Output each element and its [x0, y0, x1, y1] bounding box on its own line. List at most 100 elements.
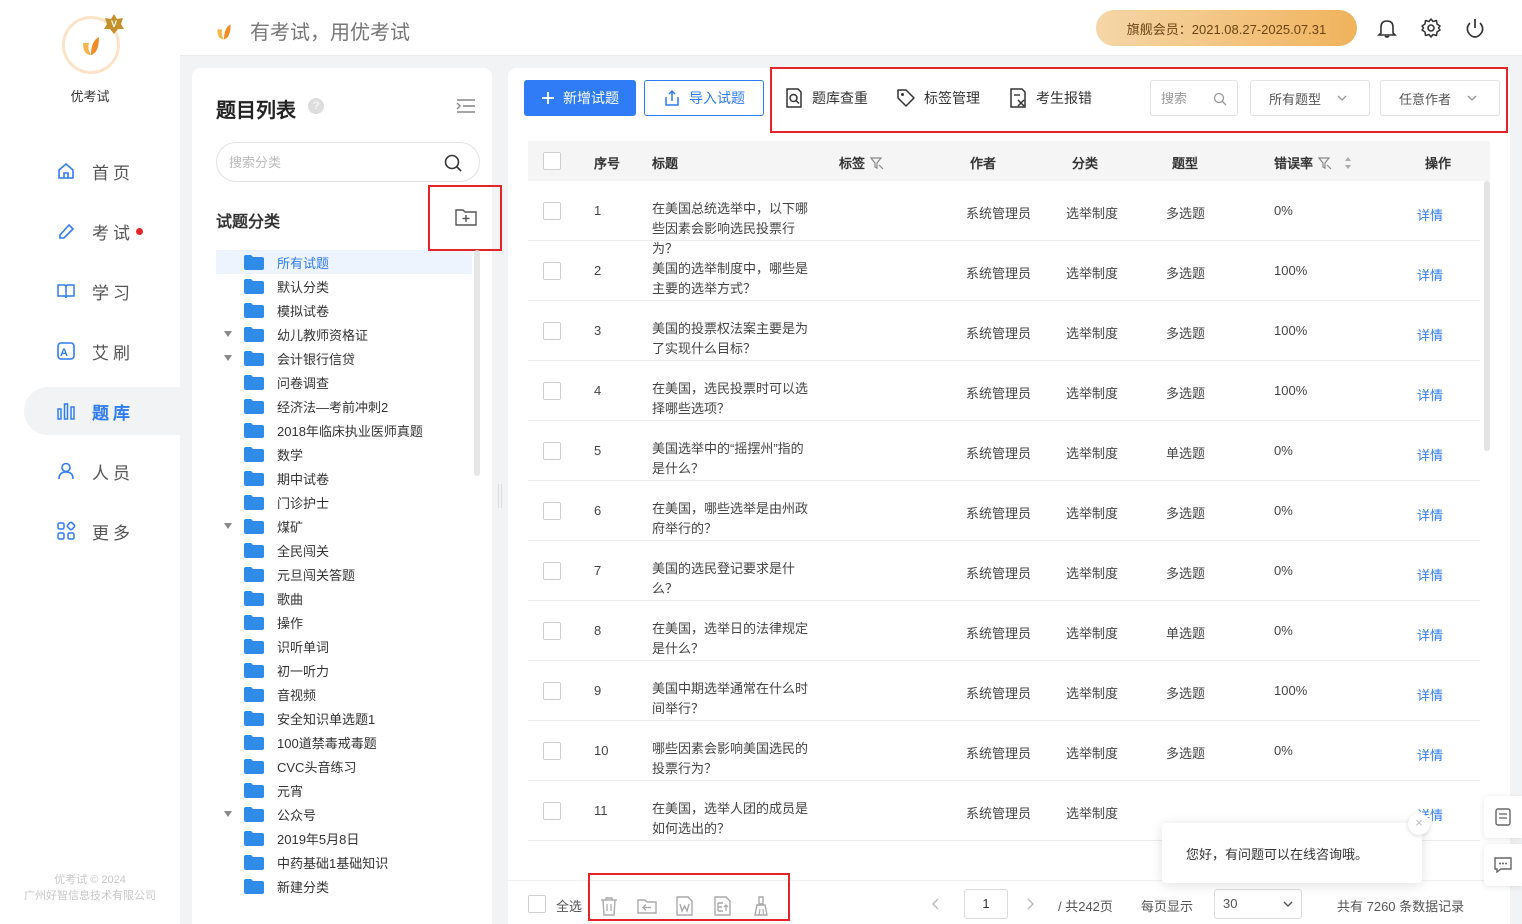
- nav-item-exam[interactable]: 考试: [24, 207, 180, 255]
- add-question-button[interactable]: 新增试题: [524, 80, 636, 116]
- row-detail-link[interactable]: 详情: [1417, 385, 1443, 404]
- table-row[interactable]: 8 在美国，选举日的法律规定是什么？ 系统管理员 选举制度 单选题 0% 详情: [528, 601, 1480, 661]
- table-row[interactable]: 10 哪些因素会影响美国选民的投票行为？ 系统管理员 选举制度 多选题 0% 详情: [528, 721, 1480, 781]
- table-row[interactable]: 2 美国的选举制度中，哪些是主要的选举方式？ 系统管理员 选举制度 多选题 100% 详情: [528, 241, 1480, 301]
- app-logo[interactable]: V: [62, 14, 124, 74]
- category-item[interactable]: 音视频: [216, 682, 472, 706]
- row-checkbox[interactable]: [543, 622, 561, 640]
- row-detail-link[interactable]: 详情: [1417, 625, 1443, 644]
- row-checkbox[interactable]: [543, 322, 561, 340]
- category-item[interactable]: 所有试题: [216, 250, 472, 274]
- side-tool-chat[interactable]: [1484, 844, 1522, 886]
- row-detail-link[interactable]: 详情: [1417, 505, 1443, 524]
- filter-icon[interactable]: [870, 156, 884, 170]
- header-checkbox[interactable]: [543, 152, 561, 170]
- side-tool-feedback[interactable]: [1484, 796, 1522, 838]
- category-item[interactable]: 全民闯关: [216, 538, 472, 562]
- panel-splitter[interactable]: [498, 484, 502, 508]
- row-detail-link[interactable]: 详情: [1417, 205, 1443, 224]
- category-item[interactable]: 问卷调查: [216, 370, 472, 394]
- select-all-checkbox[interactable]: [528, 895, 546, 913]
- row-checkbox[interactable]: [543, 202, 561, 220]
- category-item[interactable]: 煤矿: [216, 514, 472, 538]
- category-item[interactable]: 门诊护士: [216, 490, 472, 514]
- row-title[interactable]: 在美国，选民投票时可以选择哪些选项？: [652, 379, 812, 419]
- category-item[interactable]: 默认分类: [216, 274, 472, 298]
- caret-down-icon[interactable]: [224, 331, 232, 337]
- table-row[interactable]: 6 在美国，哪些选举是由州政府举行的？ 系统管理员 选举制度 多选题 0% 详情: [528, 481, 1480, 541]
- nav-item-people[interactable]: 人员: [24, 447, 180, 495]
- table-row[interactable]: 5 美国选举中的“摇摆州”指的是什么？ 系统管理员 选举制度 单选题 0% 详情: [528, 421, 1480, 481]
- category-item[interactable]: 元旦闯关答题: [216, 562, 472, 586]
- row-title[interactable]: 美国的投票权法案主要是为了实现什么目标？: [652, 319, 812, 359]
- row-checkbox[interactable]: [543, 442, 561, 460]
- category-item[interactable]: 识听单词: [216, 634, 472, 658]
- row-detail-link[interactable]: 详情: [1417, 685, 1443, 704]
- row-title[interactable]: 美国的选举制度中，哪些是主要的选举方式？: [652, 259, 812, 299]
- category-item[interactable]: 期中试卷: [216, 466, 472, 490]
- category-item[interactable]: 100道禁毒戒毒题: [216, 730, 472, 754]
- category-item[interactable]: 操作: [216, 610, 472, 634]
- row-checkbox[interactable]: [543, 382, 561, 400]
- row-title[interactable]: 在美国，选举人团的成员是如何选出的？: [652, 799, 812, 839]
- chat-bubble[interactable]: 您好，有问题可以在线咨询哦。 ×: [1162, 813, 1430, 883]
- row-checkbox[interactable]: [543, 262, 561, 280]
- row-checkbox[interactable]: [543, 742, 561, 760]
- gear-icon[interactable]: [1420, 17, 1442, 39]
- category-item[interactable]: 经济法—考前冲刺2: [216, 394, 472, 418]
- row-title[interactable]: 美国中期选举通常在什么时间举行？: [652, 679, 812, 719]
- category-item[interactable]: 2019年5月8日: [216, 826, 472, 850]
- row-title[interactable]: 美国的选民登记要求是什么？: [652, 559, 812, 599]
- row-checkbox[interactable]: [543, 802, 561, 820]
- category-item[interactable]: 中药基础1基础知识: [216, 850, 472, 874]
- table-row[interactable]: 9 美国中期选举通常在什么时间举行？ 系统管理员 选举制度 多选题 100% 详情: [528, 661, 1480, 721]
- category-item[interactable]: 模拟试卷: [216, 298, 472, 322]
- category-item[interactable]: 幼儿教师资格证: [216, 322, 472, 346]
- table-row[interactable]: 7 美国的选民登记要求是什么？ 系统管理员 选举制度 多选题 0% 详情: [528, 541, 1480, 601]
- category-item[interactable]: 歌曲: [216, 586, 472, 610]
- membership-badge[interactable]: 旗舰会员：2021.08.27-2025.07.31: [1096, 10, 1357, 46]
- bell-icon[interactable]: [1376, 17, 1398, 39]
- close-icon[interactable]: ×: [1408, 813, 1430, 835]
- category-item[interactable]: 安全知识单选题1: [216, 706, 472, 730]
- page-size-select[interactable]: 30: [1214, 889, 1302, 919]
- row-detail-link[interactable]: 详情: [1417, 745, 1443, 764]
- row-title[interactable]: 在美国，哪些选举是由州政府举行的？: [652, 499, 812, 539]
- row-checkbox[interactable]: [543, 682, 561, 700]
- row-detail-link[interactable]: 详情: [1417, 265, 1443, 284]
- table-row[interactable]: 1 在美国总统选举中，以下哪些因素会影响选民投票行为？ 系统管理员 选举制度 多选题 0%…: [528, 181, 1480, 256]
- nav-item-practice[interactable]: A 艾刷: [24, 327, 180, 375]
- import-question-button[interactable]: 导入试题: [644, 80, 764, 116]
- row-title[interactable]: 美国选举中的“摇摆州”指的是什么？: [652, 439, 812, 479]
- row-title[interactable]: 哪些因素会影响美国选民的投票行为？: [652, 739, 812, 779]
- category-item[interactable]: 数学: [216, 442, 472, 466]
- page-number-input[interactable]: 1: [964, 889, 1008, 919]
- table-row[interactable]: 4 在美国，选民投票时可以选择哪些选项？ 系统管理员 选举制度 多选题 100% 详情: [528, 361, 1480, 421]
- filter-icon[interactable]: [1318, 156, 1332, 170]
- category-item[interactable]: 初一听力: [216, 658, 472, 682]
- row-checkbox[interactable]: [543, 562, 561, 580]
- nav-item-question-bank[interactable]: 题库: [24, 387, 180, 435]
- nav-item-home[interactable]: 首页: [24, 147, 180, 195]
- category-item[interactable]: 元宵: [216, 778, 472, 802]
- caret-down-icon[interactable]: [224, 811, 232, 817]
- sort-icon[interactable]: [1340, 156, 1356, 170]
- select-all-label[interactable]: 全选: [556, 896, 582, 915]
- caret-down-icon[interactable]: [224, 523, 232, 529]
- category-item[interactable]: 2018年临床执业医师真题: [216, 418, 472, 442]
- search-icon[interactable]: [443, 153, 463, 173]
- power-icon[interactable]: [1464, 17, 1486, 39]
- category-search-input[interactable]: [217, 143, 427, 181]
- tree-scrollbar[interactable]: [474, 250, 480, 476]
- chevron-right-icon[interactable]: [1026, 898, 1034, 910]
- help-icon[interactable]: ?: [308, 98, 324, 114]
- row-detail-link[interactable]: 详情: [1417, 445, 1443, 464]
- caret-down-icon[interactable]: [224, 355, 232, 361]
- category-item[interactable]: CVC头音练习: [216, 754, 472, 778]
- category-item[interactable]: 公众号: [216, 802, 472, 826]
- category-item[interactable]: 会计银行信贷: [216, 346, 472, 370]
- row-detail-link[interactable]: 详情: [1417, 325, 1443, 344]
- collapse-menu-icon[interactable]: [456, 98, 476, 114]
- chevron-left-icon[interactable]: [932, 898, 940, 910]
- category-item[interactable]: 新建分类: [216, 874, 472, 898]
